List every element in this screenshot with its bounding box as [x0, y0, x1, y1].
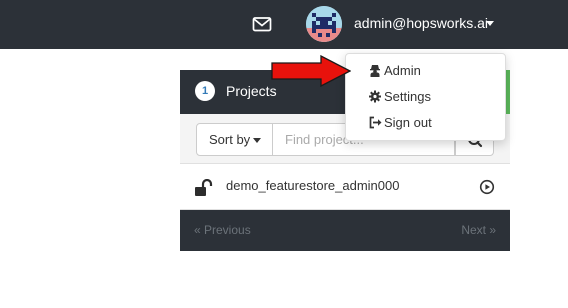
sign-out-icon: [369, 116, 382, 129]
project-row[interactable]: demo_featurestore_admin000: [180, 165, 510, 210]
user-email-label[interactable]: admin@hopsworks.ai: [354, 14, 488, 32]
pixel-invader-avatar-icon: [306, 6, 342, 42]
next-page-link[interactable]: Next »: [461, 223, 496, 237]
cog-icon: [369, 90, 381, 103]
project-count-badge: 1: [195, 81, 215, 101]
user-secret-icon: [370, 65, 380, 77]
caret-down-icon[interactable]: [486, 21, 494, 26]
play-circle-icon[interactable]: [479, 179, 495, 195]
previous-page-link[interactable]: « Previous: [194, 223, 251, 237]
envelope-icon[interactable]: [252, 14, 272, 34]
annotation-arrow-icon: [271, 55, 351, 87]
unlock-icon: [195, 179, 213, 196]
project-name[interactable]: demo_featurestore_admin000: [226, 178, 399, 193]
sort-by-label: Sort by: [209, 132, 251, 147]
menu-item-label: Sign out: [384, 115, 432, 130]
panel-title: Projects: [226, 83, 277, 99]
menu-item-label: Admin: [384, 63, 421, 78]
pagination-bar: « Previous Next »: [180, 210, 510, 251]
user-avatar[interactable]: [306, 6, 342, 42]
sort-by-button[interactable]: Sort by: [196, 123, 273, 156]
caret-down-icon: [253, 138, 262, 144]
top-navbar: admin@hopsworks.ai: [0, 0, 568, 49]
menu-item-label: Settings: [384, 89, 431, 104]
